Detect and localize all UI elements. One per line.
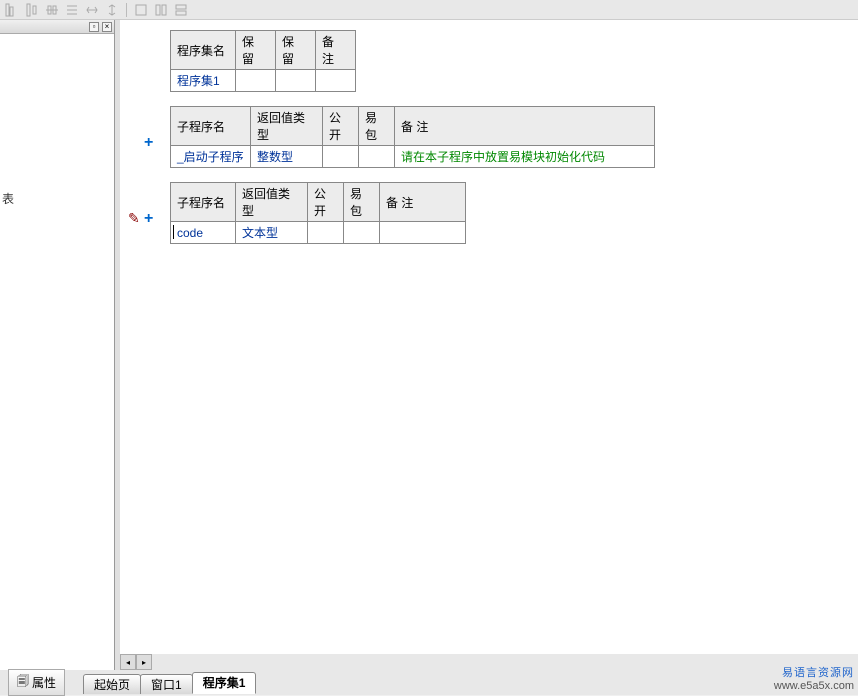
tab-window1[interactable]: 窗口1 [140,674,193,694]
toolbar-grid3-icon[interactable] [173,2,189,18]
header-cell: 公开 [323,107,359,146]
subprogram-table: 子程序名 返回值类型 公开 易包 备 注 code 文本型 [170,182,466,244]
header-cell: 备 注 [380,183,466,222]
watermark-title: 易语言资源网 [774,667,854,680]
header-cell: 返回值类型 [236,183,308,222]
toolbar-align-center-icon[interactable] [24,2,40,18]
package-cell[interactable] [359,146,395,168]
subprogram-name-cell[interactable]: _启动子程序 [171,146,251,168]
reserve-cell[interactable] [236,70,276,92]
table-header-row: 子程序名 返回值类型 公开 易包 备 注 [171,107,655,146]
header-cell: 保 留 [276,31,316,70]
return-type-cell[interactable]: 整数型 [251,146,323,168]
table-row[interactable]: _启动子程序 整数型 请在本子程序中放置易模块初始化代码 [171,146,655,168]
editor-tabs: 起始页 窗口1 程序集1 [83,672,255,694]
header-cell: 备 注 [395,107,655,146]
package-cell[interactable] [344,222,380,244]
left-panel: ▫ × 表 [0,20,115,670]
assembly-name-cell[interactable]: 程序集1 [171,70,236,92]
toolbar-grid2-icon[interactable] [153,2,169,18]
watermark: 易语言资源网 www.e5a5x.com [774,667,854,693]
main-layout: ▫ × 表 程序集名 保 留 保 留 备 注 程序集1 [0,20,858,670]
subprogram-table: 子程序名 返回值类型 公开 易包 备 注 _启动子程序 整数型 请在本子程序中放… [170,106,655,168]
header-cell: 子程序名 [171,183,236,222]
toolbar-align-left-icon[interactable] [4,2,20,18]
expand-icon[interactable]: + [144,210,153,228]
assembly-table: 程序集名 保 留 保 留 备 注 程序集1 [170,30,356,92]
public-cell[interactable] [323,146,359,168]
toolbar [0,0,858,20]
subprogram-table-wrap-1: + 子程序名 返回值类型 公开 易包 备 注 _启动子程序 整数型 请在 [170,106,848,168]
watermark-url: www.e5a5x.com [774,680,854,693]
table-row[interactable]: code 文本型 [171,222,466,244]
header-cell: 公开 [308,183,344,222]
header-cell: 子程序名 [171,107,251,146]
subprogram-name-cell[interactable]: code [171,222,236,244]
left-panel-header: ▫ × [0,20,114,34]
minimize-panel-icon[interactable]: ▫ [89,22,99,32]
header-cell: 易包 [344,183,380,222]
toolbar-separator [126,3,127,17]
left-stub-text: 表 [2,190,14,207]
left-panel-content: 表 [0,34,114,634]
tab-start-page[interactable]: 起始页 [83,674,141,694]
header-cell: 保 留 [236,31,276,70]
subprogram-table-wrap-2: ✎ + 子程序名 返回值类型 公开 易包 备 注 code 文本型 [170,182,848,244]
table-row[interactable]: 程序集1 [171,70,356,92]
header-cell: 备 注 [316,31,356,70]
header-cell: 程序集名 [171,31,236,70]
properties-icon: 🗐 [17,672,29,693]
bottom-bar: 🗐 属性 起始页 窗口1 程序集1 易语言资源网 www.e5a5x.com [0,670,858,695]
table-header-row: 程序集名 保 留 保 留 备 注 [171,31,356,70]
toolbar-align-distribute-icon[interactable] [44,2,60,18]
assembly-table-wrap: 程序集名 保 留 保 留 备 注 程序集1 [170,30,848,92]
note-cell[interactable] [316,70,356,92]
properties-button[interactable]: 🗐 属性 [8,669,65,696]
scroll-left-icon[interactable]: ◂ [120,654,136,670]
header-cell: 返回值类型 [251,107,323,146]
return-type-cell[interactable]: 文本型 [236,222,308,244]
toolbar-fit-h-icon[interactable] [84,2,100,18]
expand-icon[interactable]: + [144,134,153,152]
close-panel-icon[interactable]: × [102,22,112,32]
toolbar-grid1-icon[interactable] [133,2,149,18]
header-cell: 易包 [359,107,395,146]
tab-assembly1[interactable]: 程序集1 [192,672,257,694]
code-area: 程序集名 保 留 保 留 备 注 程序集1 + [120,20,858,670]
note-cell[interactable]: 请在本子程序中放置易模块初始化代码 [395,146,655,168]
reserve-cell[interactable] [276,70,316,92]
note-cell[interactable] [380,222,466,244]
table-header-row: 子程序名 返回值类型 公开 易包 备 注 [171,183,466,222]
public-cell[interactable] [308,222,344,244]
horizontal-scrollbar[interactable]: ◂ ▸ [120,654,858,670]
toolbar-align-justify-icon[interactable] [64,2,80,18]
edit-pen-icon: ✎ [128,210,140,227]
scroll-right-icon[interactable]: ▸ [136,654,152,670]
toolbar-fit-v-icon[interactable] [104,2,120,18]
properties-label: 属性 [32,674,56,691]
